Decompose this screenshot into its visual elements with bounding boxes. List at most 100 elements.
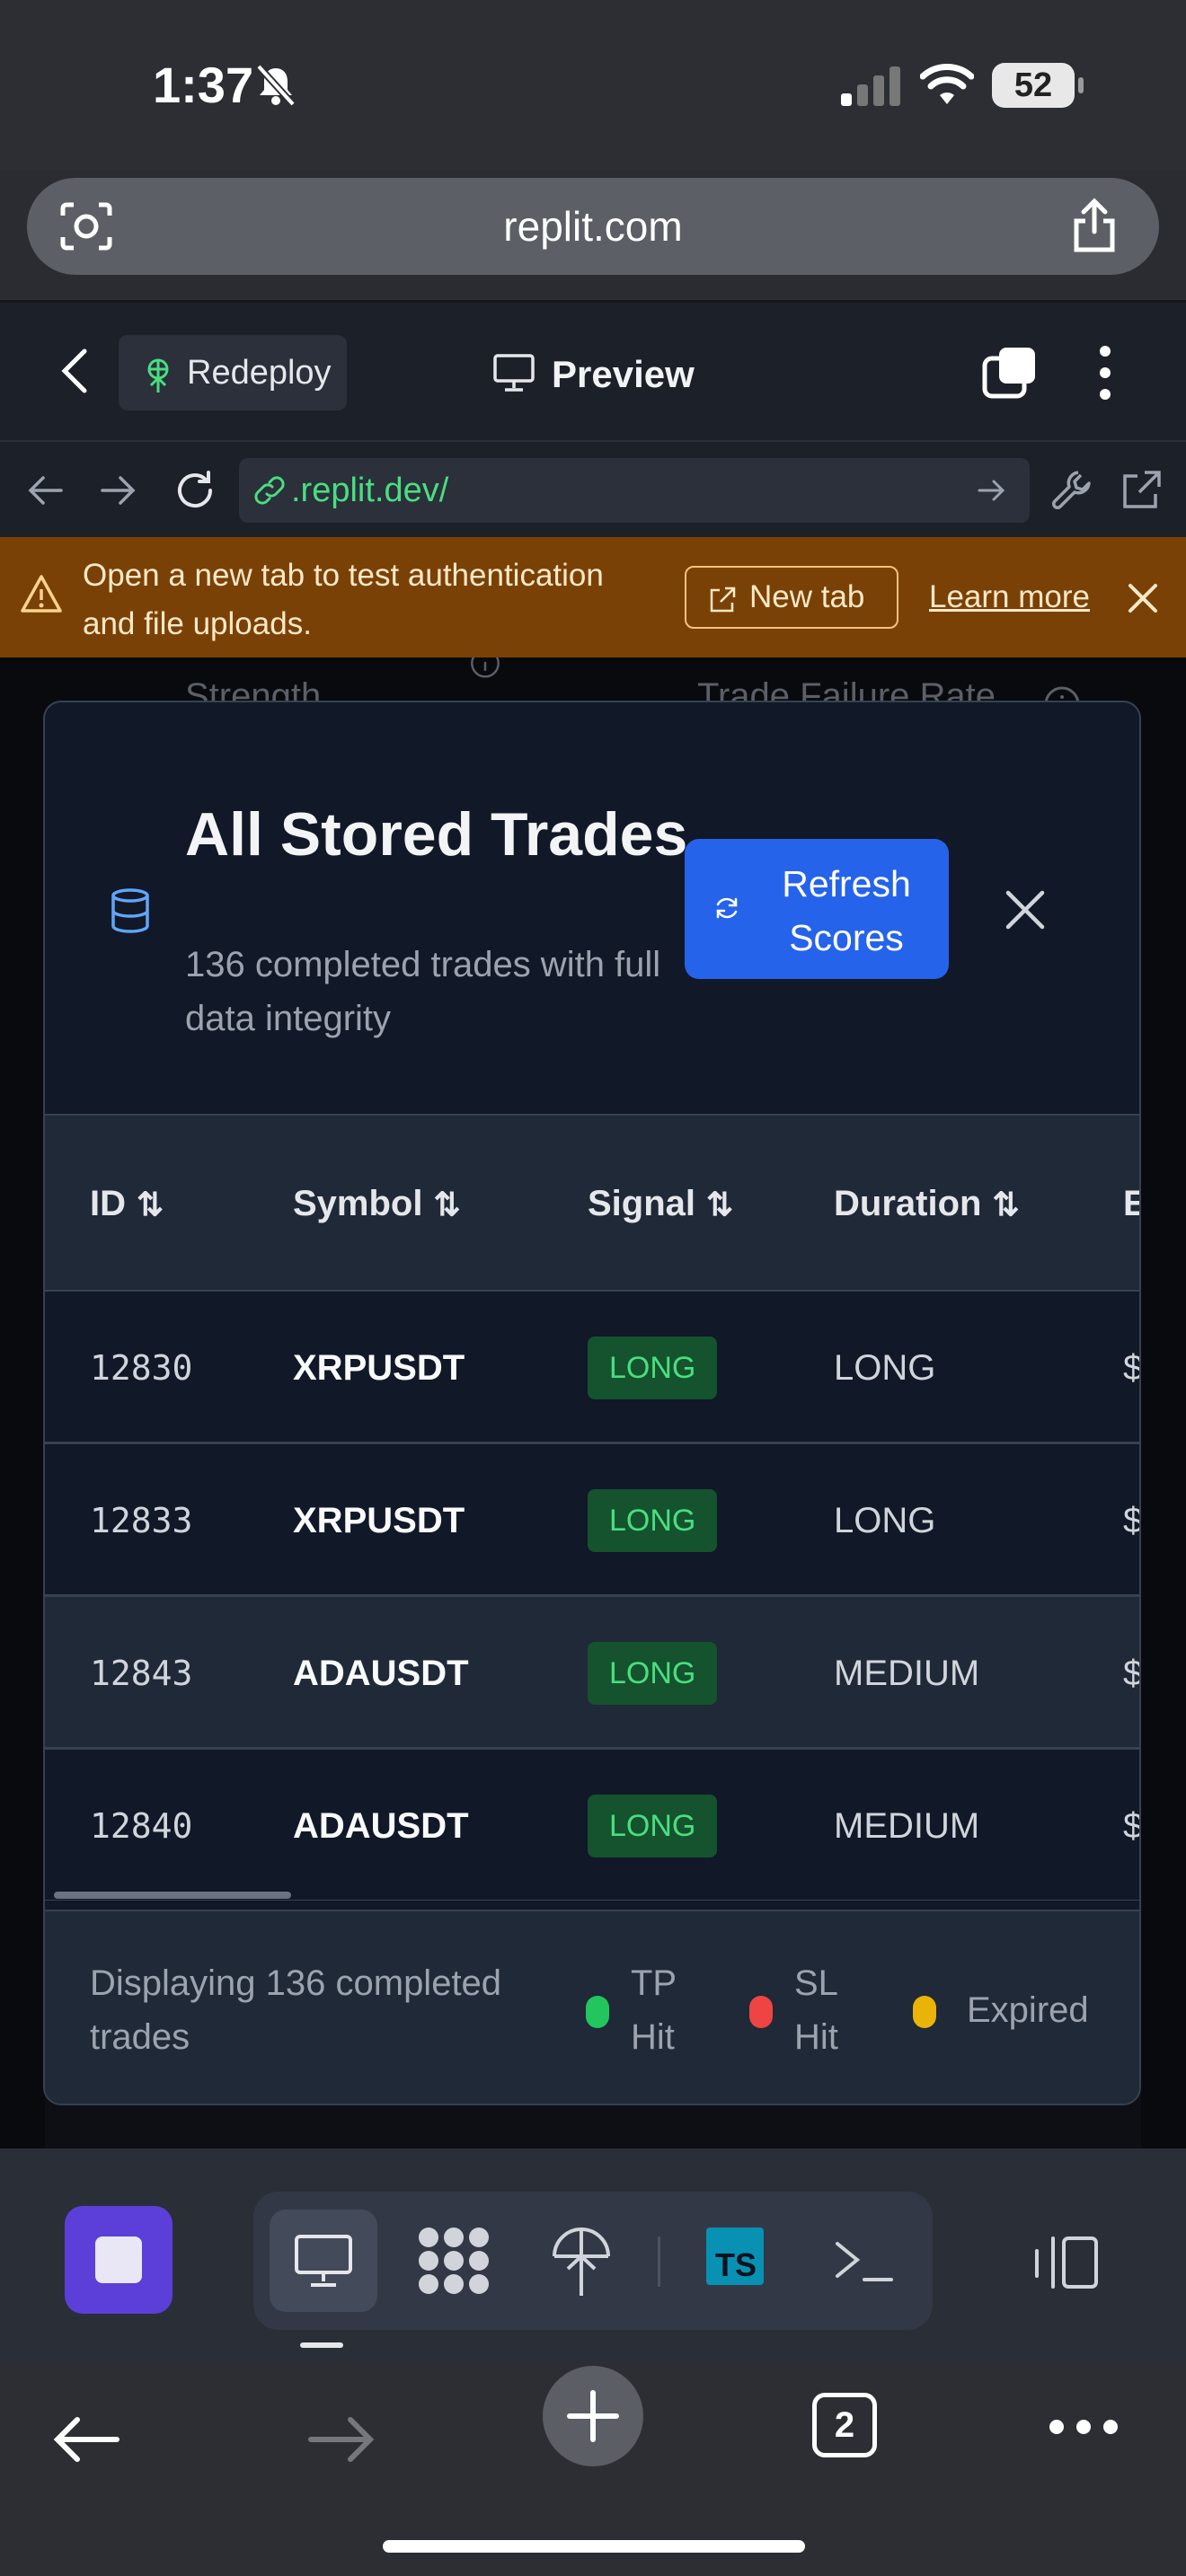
cell-entry: $: [1123, 1750, 1139, 1901]
expired-dot: [913, 1996, 936, 2028]
horizontal-scrollbar[interactable]: [54, 1892, 291, 1899]
column-header-signal[interactable]: Signal ⇅: [588, 1116, 733, 1292]
tool-preview-button[interactable]: [270, 2210, 377, 2312]
database-icon: [111, 888, 149, 933]
column-header-symbol[interactable]: Symbol ⇅: [293, 1116, 461, 1292]
browser-back-icon[interactable]: [50, 2413, 122, 2466]
stop-button[interactable]: [65, 2206, 173, 2314]
warning-icon: [21, 575, 62, 613]
column-header-duration[interactable]: Duration ⇅: [834, 1116, 1020, 1292]
stop-icon: [95, 2236, 142, 2283]
replit-bottom-toolbar: TS: [0, 2148, 1186, 2364]
tp-hit-dot: [586, 1996, 609, 2028]
table-row[interactable]: 12830 XRPUSDT LONG LONG $: [45, 1292, 1139, 1444]
table-header: ID⇅ Symbol⇅ Signal⇅ Duration⇅ E: [45, 1116, 1139, 1292]
cell-symbol: XRPUSDT: [293, 1348, 465, 1388]
signal-badge: LONG: [588, 1795, 718, 1857]
arrow-left-icon[interactable]: [25, 472, 65, 508]
learn-more-link[interactable]: Learn more: [929, 573, 1090, 622]
webview-address-field[interactable]: .replit.dev/: [239, 458, 1030, 523]
sl-hit-dot: [749, 1996, 773, 2028]
table-row[interactable]: 12843 ADAUSDT LONG MEDIUM $: [45, 1597, 1139, 1750]
cell-duration: MEDIUM: [834, 1654, 980, 1693]
go-arrow-icon[interactable]: [976, 476, 1008, 505]
signal-badge: LONG: [588, 1337, 718, 1399]
toolbar-divider: [658, 2236, 660, 2287]
cell-duration: LONG: [834, 1501, 936, 1540]
external-link-icon[interactable]: [1120, 469, 1163, 512]
shell-icon[interactable]: [825, 2224, 902, 2298]
cell-entry: $: [1123, 1292, 1139, 1444]
table-row[interactable]: 12833 XRPUSDT LONG LONG $: [45, 1444, 1139, 1597]
url-text[interactable]: replit.com: [27, 178, 1159, 275]
deployments-icon[interactable]: [543, 2224, 620, 2298]
auth-warning-banner: Open a new tab to test authentication an…: [0, 537, 1186, 657]
wrench-icon[interactable]: [1051, 469, 1093, 512]
ts-glyph: TS: [715, 2246, 757, 2283]
cell-id: 12830: [90, 1348, 193, 1388]
refresh-scores-label: Refresh Scores: [782, 863, 911, 958]
deploy-icon: [147, 358, 169, 393]
sort-icon: ⇅: [706, 1186, 734, 1222]
back-chevron-icon[interactable]: [58, 346, 93, 396]
new-tab-button[interactable]: New tab: [685, 566, 898, 629]
cell-id: 12840: [90, 1806, 193, 1846]
home-indicator: [383, 2540, 805, 2553]
new-tab-label: New tab: [749, 579, 865, 614]
signal-badge: LONG: [588, 1642, 718, 1705]
typescript-file-icon[interactable]: TS: [706, 2228, 764, 2285]
external-link-icon: [710, 587, 736, 613]
redeploy-label: Redeploy: [187, 354, 332, 392]
browser-forward-icon[interactable]: [305, 2413, 377, 2466]
cell-duration: MEDIUM: [834, 1806, 980, 1846]
reload-icon[interactable]: [173, 469, 217, 512]
table-row[interactable]: 12840 ADAUSDT LONG MEDIUM $: [45, 1750, 1139, 1901]
refresh-icon: [716, 897, 738, 919]
cell-id: 12833: [90, 1501, 193, 1540]
cell-symbol: XRPUSDT: [293, 1501, 465, 1540]
link-icon: [254, 476, 285, 505]
signal-badge: LONG: [588, 1489, 718, 1552]
monitor-icon: [295, 2235, 352, 2287]
bell-muted-icon: [256, 64, 296, 107]
trades-count-summary: Displaying 136 completed trades: [90, 1963, 502, 2057]
cell-symbol: ADAUSDT: [293, 1806, 469, 1846]
column-header-entry[interactable]: E: [1123, 1116, 1139, 1292]
share-icon[interactable]: [1069, 198, 1120, 253]
tabs-switcher-icon[interactable]: [981, 344, 1039, 400]
modal-footer: Displaying 136 completed trades TP Hit S…: [45, 1910, 1139, 2104]
replit-header: Redeploy Preview: [0, 300, 1186, 440]
more-options-icon[interactable]: [1089, 344, 1121, 401]
new-tab-plus-button[interactable]: [543, 2366, 643, 2466]
arrow-right-icon[interactable]: [99, 472, 138, 508]
more-icon[interactable]: [1048, 2418, 1120, 2436]
legend-sl-hit: SL Hit: [794, 1963, 838, 2057]
modal-subtitle: 136 completed trades with full data inte…: [185, 945, 661, 1038]
browser-toolbar: 2: [0, 2364, 1186, 2576]
monitor-icon: [493, 354, 535, 392]
all-trades-modal: All Stored Trades 136 completed trades w…: [43, 701, 1141, 2105]
device-switcher-icon[interactable]: [1031, 2235, 1102, 2290]
camera-lens-icon[interactable]: [59, 201, 113, 251]
info-icon: [471, 657, 500, 678]
tab-count-button[interactable]: 2: [812, 2393, 877, 2457]
close-icon[interactable]: [1125, 580, 1161, 616]
webview-address-text: .replit.dev/: [291, 472, 449, 509]
cell-entry: $: [1123, 1597, 1139, 1750]
refresh-scores-button[interactable]: Refresh Scores: [685, 839, 949, 979]
legend-tp-hit: TP Hit: [631, 1963, 677, 2057]
browser-url-bar[interactable]: replit.com: [27, 178, 1159, 275]
redeploy-button[interactable]: Redeploy: [119, 335, 347, 410]
sort-icon: ⇅: [137, 1186, 164, 1222]
close-icon[interactable]: [1003, 887, 1048, 932]
agent-icon[interactable]: [415, 2224, 492, 2298]
cell-id: 12843: [90, 1654, 193, 1693]
cellular-signal-icon: [841, 66, 900, 106]
column-header-id[interactable]: ID ⇅: [90, 1116, 164, 1292]
battery-indicator: 52: [992, 63, 1084, 108]
status-time: 1:37: [153, 57, 254, 113]
trades-table[interactable]: ID⇅ Symbol⇅ Signal⇅ Duration⇅ E 12830 XR…: [45, 1114, 1139, 1901]
sort-icon: ⇅: [433, 1186, 461, 1222]
webview-nav-bar: .replit.dev/: [0, 440, 1186, 537]
cell-entry: $: [1123, 1444, 1139, 1597]
